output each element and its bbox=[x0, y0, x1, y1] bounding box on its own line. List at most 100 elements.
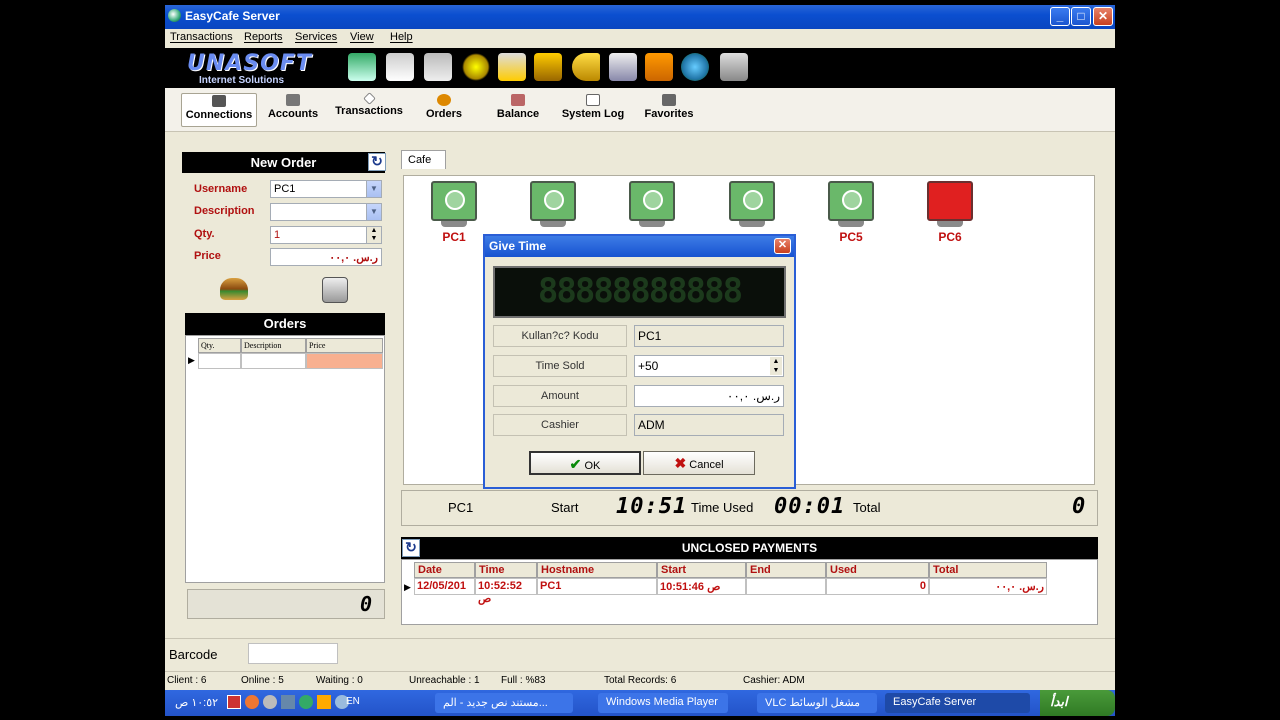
time-sold-value: +50 bbox=[638, 359, 659, 373]
user-icon[interactable] bbox=[609, 53, 637, 81]
tools-icon[interactable] bbox=[534, 53, 562, 81]
orders-col-price[interactable]: Price bbox=[306, 338, 383, 353]
notes-icon[interactable] bbox=[720, 53, 748, 81]
taskbar-clock: ١٠:٥٢ ص bbox=[175, 697, 219, 709]
tab-orders[interactable]: Orders bbox=[421, 93, 467, 127]
monitor-icon bbox=[927, 181, 973, 221]
book-icon[interactable] bbox=[645, 53, 673, 81]
pc-label: PC6 bbox=[938, 230, 962, 244]
tab-transactions[interactable]: Transactions bbox=[331, 92, 407, 127]
cell-end[interactable] bbox=[746, 578, 826, 595]
session-pc: PC1 bbox=[448, 500, 474, 515]
time-used-label: Time Used bbox=[691, 500, 754, 515]
price-field[interactable]: ر.س. ٠٠,٠ bbox=[270, 248, 382, 266]
tab-system-log-label: System Log bbox=[561, 108, 625, 120]
printer-icon[interactable] bbox=[424, 53, 452, 81]
taskbar-item-easycafe[interactable]: EasyCafe Server bbox=[885, 693, 1030, 713]
chevron-down-icon[interactable]: ▼ bbox=[366, 181, 381, 197]
language-indicator[interactable]: EN bbox=[346, 696, 360, 707]
tab-system-log[interactable]: System Log bbox=[561, 93, 625, 127]
tray-icon[interactable] bbox=[299, 695, 313, 709]
orders-cell[interactable] bbox=[198, 353, 241, 369]
taskbar-item-media-player[interactable]: Windows Media Player bbox=[598, 693, 728, 713]
trash-icon[interactable] bbox=[322, 277, 348, 303]
pc-terminal[interactable]: PC5 bbox=[821, 181, 881, 253]
key-icon[interactable] bbox=[572, 53, 600, 81]
cell-used[interactable]: 0 bbox=[826, 578, 929, 595]
col-hostname[interactable]: Hostname bbox=[537, 562, 657, 578]
col-start[interactable]: Start bbox=[657, 562, 746, 578]
menu-view[interactable]: View bbox=[350, 31, 374, 43]
orders-cell[interactable] bbox=[241, 353, 306, 369]
chevron-down-icon[interactable]: ▼ bbox=[366, 204, 381, 220]
status-client: Client : 6 bbox=[167, 675, 207, 686]
settings-icon[interactable] bbox=[462, 53, 490, 81]
new-order-refresh-button[interactable]: ↻ bbox=[368, 153, 386, 171]
tray-icon[interactable] bbox=[281, 695, 295, 709]
qty-stepper[interactable]: 1 ▲ ▼ bbox=[270, 226, 382, 244]
barcode-input[interactable] bbox=[248, 643, 338, 664]
username-value: PC1 bbox=[274, 183, 296, 195]
menu-reports[interactable]: Reports bbox=[244, 31, 283, 43]
tray-icon[interactable] bbox=[317, 695, 331, 709]
cell-time[interactable]: 10:52:52 ص bbox=[475, 578, 537, 605]
tab-connections[interactable]: Connections bbox=[181, 93, 257, 127]
start-time: 10:51 bbox=[616, 494, 688, 519]
pc-terminal[interactable]: PC1 bbox=[424, 181, 484, 253]
dialog-titlebar[interactable]: Give Time ✕ bbox=[485, 236, 794, 257]
status-bar: Client : 6 Online : 5 Waiting : 0 Unreac… bbox=[165, 671, 1115, 690]
calculator-icon[interactable] bbox=[348, 53, 376, 81]
description-select[interactable]: ▼ bbox=[270, 203, 382, 221]
amount-field[interactable]: ر.س. ٠٠,٠ bbox=[634, 385, 784, 407]
col-date[interactable]: Date bbox=[414, 562, 475, 578]
barcode-label: Barcode bbox=[169, 647, 218, 662]
cell-start[interactable]: 10:51:46 ص bbox=[657, 578, 746, 595]
tab-accounts[interactable]: Accounts bbox=[265, 93, 321, 127]
menu-help[interactable]: Help bbox=[390, 31, 413, 43]
col-used[interactable]: Used bbox=[826, 562, 929, 578]
tray-icon[interactable] bbox=[263, 695, 277, 709]
cancel-button[interactable]: ✖ Cancel bbox=[643, 451, 755, 475]
orders-grid[interactable]: Qty. Description Price ▶ bbox=[185, 335, 385, 583]
session-total: 0 bbox=[1072, 494, 1087, 519]
keypad-icon[interactable] bbox=[498, 53, 526, 81]
time-sold-stepper[interactable]: +50 ▲ ▼ bbox=[634, 355, 784, 377]
title-bar[interactable]: EasyCafe Server _ □ ✕ bbox=[165, 5, 1115, 29]
unclosed-refresh-button[interactable]: ↻ bbox=[402, 539, 420, 557]
give-time-dialog: Give Time ✕ 88888888888 Kullan?c? Kodu P… bbox=[483, 234, 796, 489]
username-select[interactable]: PC1 ▼ bbox=[270, 180, 382, 198]
orders-col-description[interactable]: Description bbox=[241, 338, 306, 353]
menu-transactions[interactable]: Transactions bbox=[170, 31, 233, 43]
spin-icon[interactable]: ▲ ▼ bbox=[770, 357, 782, 375]
close-button[interactable]: ✕ bbox=[1093, 7, 1113, 26]
taskbar-item-notepad[interactable]: مستند نص جديد - الم... bbox=[435, 693, 573, 713]
col-end[interactable]: End bbox=[746, 562, 826, 578]
minimize-button[interactable]: _ bbox=[1050, 7, 1070, 26]
ok-button[interactable]: ✔ OK bbox=[529, 451, 641, 475]
dialog-close-button[interactable]: ✕ bbox=[774, 238, 791, 254]
col-time[interactable]: Time bbox=[475, 562, 537, 578]
tray-icon[interactable] bbox=[227, 695, 241, 709]
tab-balance[interactable]: Balance bbox=[493, 93, 543, 127]
document-icon[interactable] bbox=[386, 53, 414, 81]
globe-icon[interactable] bbox=[681, 53, 709, 81]
menu-services[interactable]: Services bbox=[295, 31, 337, 43]
tray-icon[interactable] bbox=[245, 695, 259, 709]
taskbar-item-vlc[interactable]: VLC مشغل الوسائط bbox=[757, 693, 877, 713]
unclosed-payments-grid[interactable]: Date Time Hostname Start End Used Total … bbox=[401, 559, 1098, 625]
cell-date[interactable]: 12/05/201 bbox=[414, 578, 475, 595]
cell-hostname[interactable]: PC1 bbox=[537, 578, 657, 595]
add-order-button[interactable] bbox=[220, 278, 248, 300]
tab-favorites[interactable]: Favorites bbox=[641, 93, 697, 127]
tab-cafe[interactable]: Cafe bbox=[401, 150, 446, 169]
orders-cell[interactable] bbox=[306, 353, 383, 369]
col-total[interactable]: Total bbox=[929, 562, 1047, 578]
spin-icon[interactable]: ▲ ▼ bbox=[366, 227, 381, 243]
status-cashier: Cashier: ADM bbox=[743, 675, 805, 686]
orders-col-qty[interactable]: Qty. bbox=[198, 338, 241, 353]
cell-total[interactable]: ر.س. ٠٠,٠ bbox=[929, 578, 1047, 595]
start-button[interactable]: ابدأ bbox=[1040, 690, 1115, 716]
pc-terminal[interactable]: PC6 bbox=[920, 181, 980, 253]
burger-icon bbox=[437, 94, 451, 106]
maximize-button[interactable]: □ bbox=[1071, 7, 1091, 26]
